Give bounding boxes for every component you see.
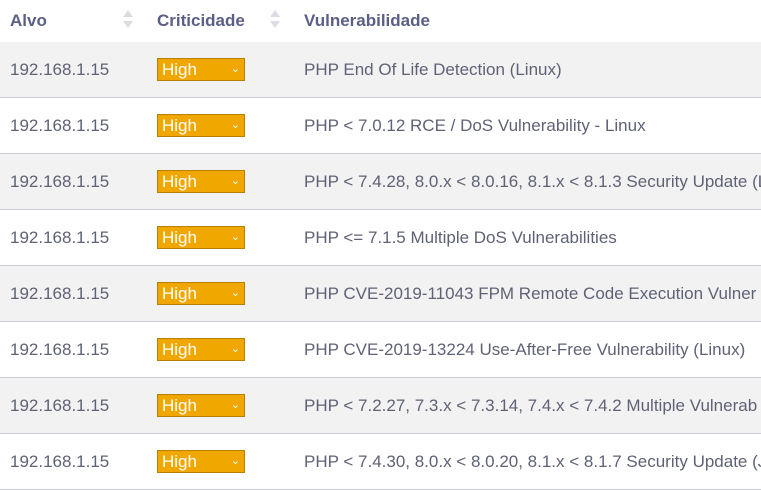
- target-ip: 192.168.1.15: [10, 339, 110, 359]
- table-row: 192.168.1.15 High ⌄ PHP <= 7.1.5 Multipl…: [0, 209, 761, 266]
- table-header-row: Alvo Criticidade Vulnerabilidade: [0, 0, 761, 42]
- vulnerability-name: PHP CVE-2019-13224 Use-After-Free Vulner…: [304, 339, 746, 359]
- column-header-criticality-label: Criticidade: [157, 11, 245, 30]
- column-header-target[interactable]: Alvo: [0, 0, 146, 42]
- table-row: 192.168.1.15 High ⌄ PHP End Of Life Dete…: [0, 42, 761, 98]
- criticality-value: High: [162, 115, 197, 135]
- target-ip: 192.168.1.15: [10, 59, 110, 79]
- target-ip: 192.168.1.15: [10, 115, 110, 135]
- chevron-down-icon: ⌄: [230, 119, 240, 131]
- criticality-cell: High ⌄: [146, 97, 294, 154]
- criticality-value: High: [162, 283, 197, 303]
- criticality-cell: High ⌄: [146, 377, 294, 434]
- vulnerability-cell[interactable]: PHP <= 7.1.5 Multiple DoS Vulnerabilitie…: [294, 209, 761, 266]
- criticality-cell: High ⌄: [146, 209, 294, 266]
- criticality-select[interactable]: High ⌄: [157, 58, 245, 81]
- criticality-select[interactable]: High ⌄: [157, 338, 245, 361]
- sort-icon[interactable]: [270, 10, 280, 30]
- vulnerability-table: Alvo Criticidade Vulnerabilidade 192.168…: [0, 0, 761, 490]
- chevron-down-icon: ⌄: [230, 175, 240, 187]
- table-row: 192.168.1.15 High ⌄ PHP < 7.0.12 RCE / D…: [0, 97, 761, 154]
- table-row: 192.168.1.15 High ⌄ PHP < 7.4.30, 8.0.x …: [0, 433, 761, 490]
- vulnerability-name: PHP <= 7.1.5 Multiple DoS Vulnerabilitie…: [304, 227, 617, 247]
- target-ip: 192.168.1.15: [10, 171, 110, 191]
- vulnerability-name: PHP CVE-2019-11043 FPM Remote Code Execu…: [304, 283, 757, 303]
- column-header-criticality[interactable]: Criticidade: [146, 0, 294, 42]
- target-cell: 192.168.1.15: [0, 321, 146, 378]
- criticality-cell: High ⌄: [146, 153, 294, 210]
- criticality-cell: High ⌄: [146, 321, 294, 378]
- target-ip: 192.168.1.15: [10, 283, 110, 303]
- vulnerability-name: PHP < 7.4.30, 8.0.x < 8.0.20, 8.1.x < 8.…: [304, 451, 761, 471]
- table-row: 192.168.1.15 High ⌄ PHP CVE-2019-13224 U…: [0, 321, 761, 378]
- vulnerability-cell[interactable]: PHP < 7.4.28, 8.0.x < 8.0.16, 8.1.x < 8.…: [294, 153, 761, 210]
- target-ip: 192.168.1.15: [10, 451, 110, 471]
- chevron-down-icon: ⌄: [230, 231, 240, 243]
- criticality-cell: High ⌄: [146, 433, 294, 490]
- chevron-down-icon: ⌄: [230, 63, 240, 75]
- criticality-select[interactable]: High ⌄: [157, 282, 245, 305]
- criticality-value: High: [162, 227, 197, 247]
- target-cell: 192.168.1.15: [0, 153, 146, 210]
- table-row: 192.168.1.15 High ⌄ PHP < 7.4.28, 8.0.x …: [0, 153, 761, 210]
- criticality-select[interactable]: High ⌄: [157, 114, 245, 137]
- column-header-vulnerability-label: Vulnerabilidade: [304, 11, 430, 30]
- target-cell: 192.168.1.15: [0, 265, 146, 322]
- target-cell: 192.168.1.15: [0, 433, 146, 490]
- target-cell: 192.168.1.15: [0, 42, 146, 98]
- criticality-select[interactable]: High ⌄: [157, 170, 245, 193]
- target-ip: 192.168.1.15: [10, 395, 110, 415]
- criticality-select[interactable]: High ⌄: [157, 450, 245, 473]
- criticality-value: High: [162, 171, 197, 191]
- target-cell: 192.168.1.15: [0, 377, 146, 434]
- chevron-down-icon: ⌄: [230, 455, 240, 467]
- table-row: 192.168.1.15 High ⌄ PHP CVE-2019-11043 F…: [0, 265, 761, 322]
- vulnerability-name: PHP < 7.2.27, 7.3.x < 7.3.14, 7.4.x < 7.…: [304, 395, 758, 415]
- target-cell: 192.168.1.15: [0, 209, 146, 266]
- sort-icon[interactable]: [123, 10, 133, 30]
- criticality-value: High: [162, 451, 197, 471]
- criticality-value: High: [162, 395, 197, 415]
- chevron-down-icon: ⌄: [230, 399, 240, 411]
- vulnerability-name: PHP < 7.0.12 RCE / DoS Vulnerability - L…: [304, 115, 646, 135]
- vulnerability-cell[interactable]: PHP CVE-2019-13224 Use-After-Free Vulner…: [294, 321, 761, 378]
- target-cell: 192.168.1.15: [0, 97, 146, 154]
- chevron-down-icon: ⌄: [230, 287, 240, 299]
- criticality-select[interactable]: High ⌄: [157, 394, 245, 417]
- vulnerability-name: PHP End Of Life Detection (Linux): [304, 59, 562, 79]
- target-ip: 192.168.1.15: [10, 227, 110, 247]
- criticality-cell: High ⌄: [146, 265, 294, 322]
- criticality-value: High: [162, 59, 197, 79]
- column-header-vulnerability: Vulnerabilidade: [294, 0, 761, 42]
- vulnerability-cell[interactable]: PHP End Of Life Detection (Linux): [294, 42, 761, 98]
- vulnerability-cell[interactable]: PHP < 7.4.30, 8.0.x < 8.0.20, 8.1.x < 8.…: [294, 433, 761, 490]
- criticality-value: High: [162, 339, 197, 359]
- chevron-down-icon: ⌄: [230, 343, 240, 355]
- vulnerability-name: PHP < 7.4.28, 8.0.x < 8.0.16, 8.1.x < 8.…: [304, 171, 761, 191]
- table-row: 192.168.1.15 High ⌄ PHP < 7.2.27, 7.3.x …: [0, 377, 761, 434]
- vulnerability-cell[interactable]: PHP < 7.0.12 RCE / DoS Vulnerability - L…: [294, 97, 761, 154]
- vulnerability-cell[interactable]: PHP < 7.2.27, 7.3.x < 7.3.14, 7.4.x < 7.…: [294, 377, 761, 434]
- column-header-target-label: Alvo: [10, 11, 47, 30]
- criticality-cell: High ⌄: [146, 42, 294, 98]
- vulnerability-cell[interactable]: PHP CVE-2019-11043 FPM Remote Code Execu…: [294, 265, 761, 322]
- criticality-select[interactable]: High ⌄: [157, 226, 245, 249]
